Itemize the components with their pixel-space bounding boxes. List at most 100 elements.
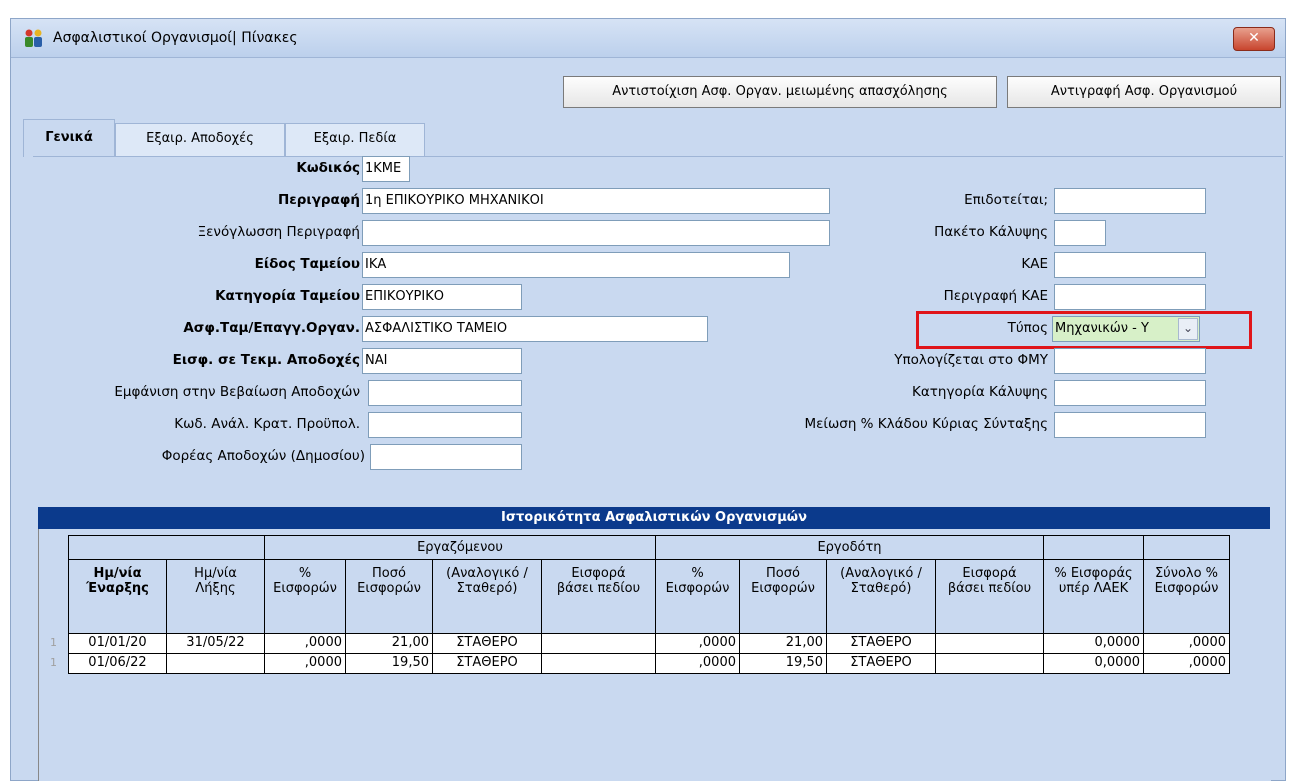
column-header-line1: (Αναλογικό / <box>840 566 922 581</box>
row-marker[interactable]: 1 <box>50 656 57 669</box>
table-cell[interactable] <box>935 653 1044 674</box>
table-cell[interactable]: 0,0000 <box>1043 653 1144 674</box>
table-cell[interactable]: ΣΤΑΘΕΡΟ <box>826 633 936 654</box>
column-header[interactable]: Ημ/νία Λήξης <box>166 559 265 609</box>
column-header-line2: Εισφορών <box>665 581 730 596</box>
kod-anal-field[interactable] <box>368 412 522 438</box>
table-cell[interactable]: ,0000 <box>1143 653 1230 674</box>
perigrafi-kae-field[interactable] <box>1054 284 1206 310</box>
column-header[interactable]: % Εισφοράς υπέρ ΛΑΕΚ <box>1043 559 1144 609</box>
grid-corner-header <box>68 535 265 560</box>
column-header[interactable]: (Αναλογικό / Σταθερό) <box>432 559 542 609</box>
label-katigoria: Κατηγορία Ταμείου <box>215 288 360 304</box>
table-cell[interactable]: 21,00 <box>345 633 433 654</box>
label-kat-kalypsis: Κατηγορία Κάλυψης <box>912 384 1048 400</box>
table-cell[interactable]: ,0000 <box>655 653 740 674</box>
column-header-line2: Σταθερό) <box>850 581 912 596</box>
table-cell[interactable]: ,0000 <box>264 653 346 674</box>
label-meiosi: Μείωση % Κλάδου Κύριας Σύνταξης <box>804 416 1048 432</box>
column-header-line1: Ημ/νία <box>93 566 142 581</box>
kat-kalypsis-field[interactable] <box>1054 380 1206 406</box>
column-header-line1: Ποσό <box>766 566 800 581</box>
label-emfanisi: Εμφάνιση στην Βεβαίωση Αποδοχών <box>114 384 360 400</box>
grid-spacer-cell <box>1143 608 1230 634</box>
tab-general[interactable]: Γενικά <box>23 119 115 157</box>
label-kod-anal: Κωδ. Ανάλ. Κρατ. Προϋπολ. <box>174 416 360 432</box>
table-cell[interactable]: ,0000 <box>1143 633 1230 654</box>
grid-spacer-cell <box>68 608 167 634</box>
column-header[interactable]: (Αναλογικό / Σταθερό) <box>826 559 936 609</box>
table-cell[interactable]: 19,50 <box>739 653 827 674</box>
column-header-line1: % <box>691 566 704 581</box>
group-header-blank-2 <box>1143 535 1230 560</box>
table-cell[interactable]: 01/06/22 <box>68 653 167 674</box>
table-cell[interactable]: ΣΤΑΘΕΡΟ <box>826 653 936 674</box>
table-cell[interactable]: ΣΤΑΘΕΡΟ <box>432 633 542 654</box>
paketo-field[interactable] <box>1054 220 1106 246</box>
katigoria-field[interactable]: ΕΠΙΚΟΥΡΙΚΟ <box>362 284 522 310</box>
column-header[interactable]: % Εισφορών <box>264 559 346 609</box>
column-header[interactable]: Ημ/νία Έναρξης <box>68 559 167 609</box>
table-cell[interactable] <box>541 633 656 654</box>
xenoglossi-field[interactable] <box>362 220 830 246</box>
label-asf-tam: Ασφ.Ταμ/Επαγγ.Οργαν. <box>183 320 360 336</box>
table-cell[interactable]: 0,0000 <box>1043 633 1144 654</box>
eisf-field[interactable]: ΝΑΙ <box>362 348 522 374</box>
epidoteitai-field[interactable] <box>1054 188 1206 214</box>
table-cell[interactable] <box>541 653 656 674</box>
table-cell[interactable] <box>935 633 1044 654</box>
top-strip <box>0 0 1290 18</box>
column-header[interactable]: % Εισφορών <box>655 559 740 609</box>
grid-spacer-cell <box>655 608 740 634</box>
table-cell[interactable]: ,0000 <box>264 633 346 654</box>
kodikos-field[interactable]: 1ΚΜΕ <box>362 156 410 182</box>
column-header[interactable]: Ποσό Εισφορών <box>345 559 433 609</box>
table-cell[interactable]: 01/01/20 <box>68 633 167 654</box>
grid-spacer-cell <box>1043 608 1144 634</box>
perigrafi-field[interactable]: 1η ΕΠΙΚΟΥΡΙΚΟ ΜΗΧΑΝΙΚΟΙ <box>362 188 830 214</box>
grid-spacer-cell <box>345 608 433 634</box>
copy-org-button[interactable]: Αντιγραφή Ασφ. Οργανισμού <box>1007 76 1281 108</box>
table-cell[interactable]: ΣΤΑΘΕΡΟ <box>432 653 542 674</box>
asf-tam-field[interactable]: ΑΣΦΑΛΙΣΤΙΚΟ ΤΑΜΕΙΟ <box>362 316 708 342</box>
column-header[interactable]: Εισφορά βάσει πεδίου <box>541 559 656 609</box>
kae-field[interactable] <box>1054 252 1206 278</box>
grid-spacer-cell <box>739 608 827 634</box>
meiosi-field[interactable] <box>1054 412 1206 438</box>
label-eisf: Εισφ. σε Τεκμ. Αποδοχές <box>172 352 360 368</box>
tab-exc-fields[interactable]: Εξαιρ. Πεδία <box>285 123 425 157</box>
label-paketo: Πακέτο Κάλυψης <box>934 224 1048 240</box>
emfanisi-field[interactable] <box>368 380 522 406</box>
grid-spacer-cell <box>264 608 346 634</box>
label-eidos: Είδος Ταμείου <box>254 256 360 272</box>
label-ypologizetai: Υπολογίζεται στο ΦΜΥ <box>894 352 1048 368</box>
table-cell[interactable] <box>166 653 265 674</box>
column-header-line2: Λήξης <box>195 581 236 596</box>
table-cell[interactable]: 31/05/22 <box>166 633 265 654</box>
table-cell[interactable]: 21,00 <box>739 633 827 654</box>
column-header-line1: % Εισφοράς <box>1054 566 1133 581</box>
column-header-line1: Σύνολο % <box>1154 566 1219 581</box>
grid-spacer-cell <box>541 608 656 634</box>
table-cell[interactable]: 19,50 <box>345 653 433 674</box>
tab-exc-earnings[interactable]: Εξαιρ. Αποδοχές <box>115 123 285 157</box>
foreas-field[interactable] <box>370 444 522 470</box>
column-header-line2: Εισφορών <box>357 581 421 596</box>
label-perigrafi: Περιγραφή <box>277 192 360 208</box>
label-kodikos: Κωδικός <box>296 160 360 176</box>
ypologizetai-field[interactable] <box>1054 348 1206 374</box>
column-header-line1: % <box>298 566 312 581</box>
column-header[interactable]: Εισφορά βάσει πεδίου <box>935 559 1044 609</box>
highlight-box <box>916 311 1252 349</box>
mapping-button[interactable]: Αντιστοίχιση Ασφ. Οργαν. μειωμένης απασχ… <box>563 76 997 108</box>
label-xenoglossi: Ξενόγλωσση Περιγραφή <box>197 224 360 240</box>
column-header[interactable]: Ποσό Εισφορών <box>739 559 827 609</box>
column-header-line2: υπέρ ΛΑΕΚ <box>1058 581 1129 596</box>
row-marker[interactable]: 1 <box>50 636 57 649</box>
close-button[interactable]: ✕ <box>1233 27 1275 51</box>
column-header[interactable]: Σύνολο % Εισφορών <box>1143 559 1230 609</box>
eidos-field[interactable]: ΙΚΑ <box>362 252 790 278</box>
grid-spacer-cell <box>166 608 265 634</box>
table-cell[interactable]: ,0000 <box>655 633 740 654</box>
column-header-line1: Ποσό <box>372 566 406 581</box>
